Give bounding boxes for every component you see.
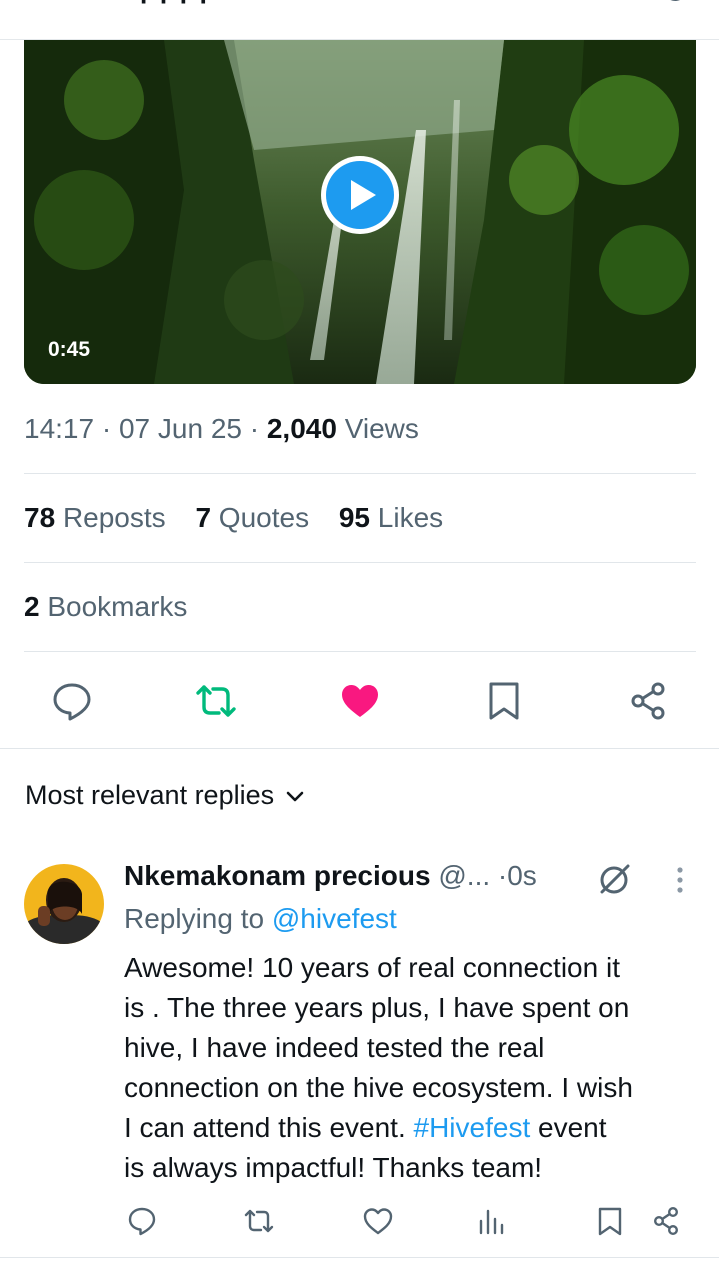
more-options-icon[interactable] xyxy=(666,864,694,896)
share-icon xyxy=(631,682,665,720)
bookmarks-count: 2 xyxy=(24,591,40,622)
reply-author-handle[interactable]: @... xyxy=(438,860,490,891)
reply-reply-button[interactable] xyxy=(126,1205,158,1237)
reply-author-name[interactable]: Nkemakonam precious xyxy=(124,860,431,891)
meta-separator: · xyxy=(241,413,267,444)
replying-to-handle[interactable]: @hivefest xyxy=(272,903,397,934)
reply-text-line: Awesome! 10 years of real connection it xyxy=(124,952,620,983)
bookmarks-label: Bookmarks xyxy=(47,591,188,622)
replies-sort-label: Most relevant replies xyxy=(25,780,275,810)
reply-like-button[interactable] xyxy=(362,1205,394,1237)
chevron-down-icon xyxy=(286,791,304,802)
reply-text-line: hive, I have indeed tested the real xyxy=(124,1032,545,1063)
hashtag-link[interactable]: #Hivefest xyxy=(414,1112,531,1143)
divider xyxy=(24,473,696,474)
reply-text: Awesome! 10 years of real connection it … xyxy=(124,948,704,1188)
reply-time-separator: · xyxy=(497,860,508,891)
reply-text-segment: event xyxy=(530,1112,607,1143)
repost-icon xyxy=(196,685,236,717)
avatar[interactable] xyxy=(24,864,104,944)
reposts-count: 78 xyxy=(24,502,56,533)
reply-text-line-with-hashtag: I can attend this event. #Hivefest event xyxy=(124,1108,704,1148)
likes-label: Likes xyxy=(377,502,444,533)
video-player[interactable]: 0:45 xyxy=(24,40,696,384)
heart-icon xyxy=(342,685,378,717)
reposts-label: Reposts xyxy=(62,502,166,533)
views-count: 2,040 xyxy=(266,413,337,444)
bookmark-icon xyxy=(598,1207,622,1236)
reposts-stat[interactable]: 78 Reposts xyxy=(24,502,166,533)
reply-text-line: connection on the hive ecosystem. I wish xyxy=(124,1072,633,1103)
post-time[interactable]: 14:17 xyxy=(24,413,94,444)
repost-icon xyxy=(244,1209,274,1233)
post-detail-page: · · · · 0:45 14:17 · 07 Jun 25 · 2,040 V… xyxy=(0,0,719,1266)
quotes-count: 7 xyxy=(195,502,212,533)
reply-text-segment: I can attend this event. xyxy=(124,1112,414,1143)
bookmark-icon xyxy=(489,682,519,720)
post-date[interactable]: 07 Jun 25 xyxy=(119,413,242,444)
play-icon xyxy=(351,180,376,210)
likes-stat[interactable]: 95 Likes xyxy=(339,502,443,533)
reply-time[interactable]: 0s xyxy=(507,860,537,891)
divider xyxy=(24,562,696,563)
quotes-stat[interactable]: 7 Quotes xyxy=(195,502,309,533)
divider xyxy=(24,651,696,652)
analytics-icon xyxy=(479,1209,504,1235)
heart-outline-icon xyxy=(363,1208,393,1235)
reply-icon xyxy=(53,683,91,721)
reply-button[interactable] xyxy=(50,679,94,723)
quotes-label: Quotes xyxy=(218,502,310,533)
reply-share-button[interactable] xyxy=(650,1205,682,1237)
meta-separator: · xyxy=(94,413,119,444)
reply-views-button[interactable] xyxy=(476,1205,508,1237)
grok-icon[interactable] xyxy=(659,0,693,6)
bookmark-button[interactable] xyxy=(482,679,526,723)
grok-icon[interactable] xyxy=(596,862,632,898)
reply-text-line: is always impactful! Thanks team! xyxy=(124,1152,543,1183)
reply-repost-button[interactable] xyxy=(243,1205,275,1237)
section-divider xyxy=(0,748,719,749)
likes-count: 95 xyxy=(338,502,371,533)
share-icon xyxy=(653,1207,679,1236)
section-divider xyxy=(0,1257,719,1258)
avatar-image xyxy=(24,864,104,944)
repost-button[interactable] xyxy=(194,679,238,723)
reply-icon xyxy=(128,1207,156,1236)
reply-text-line: is . The three years plus, I have spent … xyxy=(124,992,630,1023)
engagement-stats: 78 Reposts 7 Quotes 95 Likes xyxy=(24,502,465,534)
share-button[interactable] xyxy=(626,679,670,723)
reply-header: Nkemakonam precious @... ·0s xyxy=(124,860,664,892)
replying-to-prefix: Replying to xyxy=(124,903,272,934)
video-duration: 0:45 xyxy=(48,338,91,361)
replying-to: Replying to @hivefest xyxy=(124,903,397,935)
header-title-cut: · · · · xyxy=(140,0,211,16)
play-button[interactable] xyxy=(321,156,399,234)
bookmarks-stat[interactable]: 2 Bookmarks xyxy=(24,591,187,623)
like-button[interactable] xyxy=(338,679,382,723)
post-meta: 14:17 · 07 Jun 25 · 2,040 Views xyxy=(24,413,419,445)
views-label: Views xyxy=(344,413,419,444)
top-header: · · · · xyxy=(0,0,719,40)
replies-sort-dropdown[interactable]: Most relevant replies xyxy=(25,780,306,811)
reply-bookmark-button[interactable] xyxy=(594,1205,626,1237)
